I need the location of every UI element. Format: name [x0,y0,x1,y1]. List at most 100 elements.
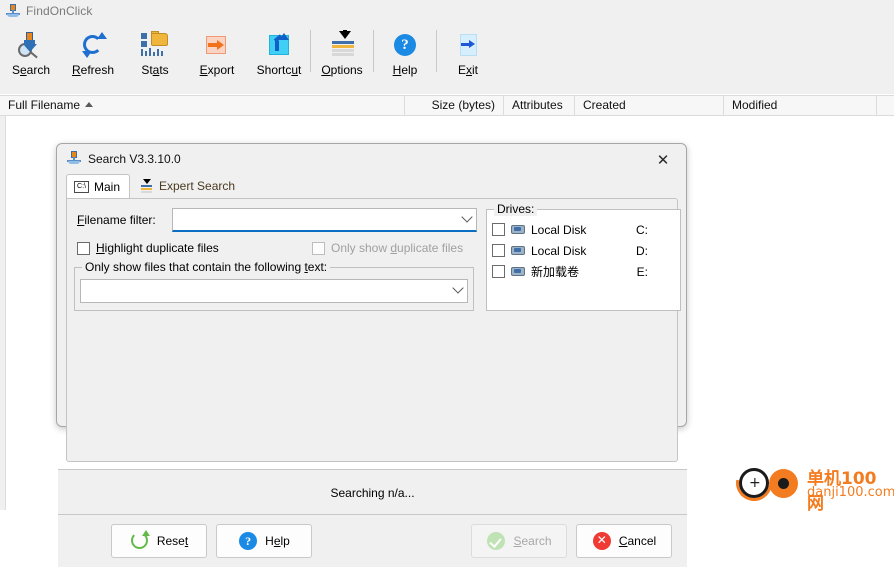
drive-letter-icon: C:\ [74,180,89,194]
cancel-button-label: Cancel [618,534,657,548]
toolbar-label-help: Help [392,63,418,77]
drive-letter: C: [636,222,648,237]
toolbar-button-export[interactable]: Export [186,26,248,88]
dialog-tabstrip: C:\ Main Expert Search [66,174,678,198]
toolbar-label-options: Options [321,63,363,77]
dialog-button-bar: Reset ? Help Search ✕ Cancel [58,514,687,567]
shortcut-icon [263,30,295,60]
filename-filter-input[interactable] [172,208,477,232]
close-icon[interactable]: ✕ [648,149,678,171]
options-icon [326,30,358,60]
drive-letter: E: [636,264,648,279]
checkbox-box[interactable] [77,241,90,255]
toolbar-label-exit: Exit [457,63,478,77]
checkbox-box [312,241,325,255]
file-list-left-gutter [0,116,6,510]
column-label: Created [583,98,626,112]
drive-name: Local Disk [531,222,587,237]
highlight-duplicate-files-checkbox[interactable]: Highlight duplicate files [77,241,219,255]
help-button[interactable]: ? Help [216,524,312,558]
toolbar-label-refresh: Refresh [71,63,115,77]
column-header-size[interactable]: Size (bytes) [405,96,504,115]
drive-letter: D: [636,243,648,258]
dialog-icon [67,150,81,168]
drives-groupbox: Drives: Local Disk C: Local Disk D: 新加载卷… [486,202,681,311]
drive-icon [511,266,525,277]
filename-filter-label: Filename filter: [77,213,156,227]
dialog-title: Search V3.3.10.0 [88,152,181,166]
contains-text-groupbox: Only show files that contain the followi… [74,260,474,311]
search-button: Search [471,524,567,558]
checkbox-box[interactable] [492,265,505,278]
tab-main-label: Main [94,179,121,194]
findonclick-window: FindOnClick Search Refresh Stats Export … [0,0,894,567]
window-title: FindOnClick [26,4,93,18]
column-label: Size (bytes) [431,98,495,112]
checkbox-box[interactable] [492,244,505,257]
app-icon [6,4,20,18]
main-tab-panel: Filename filter: Highlight duplicate fil… [66,198,681,462]
toolbar-button-search[interactable]: Search [0,26,62,88]
toolbar-button-exit[interactable]: Exit [437,26,499,88]
chevron-down-icon[interactable] [458,209,476,230]
column-label: Modified [732,98,778,112]
checkbox-box[interactable] [492,223,505,236]
column-header-full-filename[interactable]: Full Filename [0,96,405,115]
toolbar-button-shortcut[interactable]: Shortcut [248,26,310,88]
drive-name: Local Disk [531,243,587,258]
tab-main[interactable]: C:\ Main [66,174,131,198]
watermark-site-url: danji100.com [807,485,894,500]
drives-list: Local Disk C: Local Disk D: 新加载卷 E: [492,219,674,291]
search-button-label: Search [513,534,552,548]
exit-icon [452,30,484,60]
help-button-label: Help [265,534,290,548]
drive-row-e[interactable]: 新加载卷 E: [492,261,674,282]
search-dialog: Search V3.3.10.0 ✕ C:\ Main Expert Searc… [56,143,687,567]
refresh-circle-icon [130,530,150,551]
column-label: Full Filename [8,98,81,112]
stats-icon [139,30,171,60]
tab-expert-search[interactable]: Expert Search [132,174,244,198]
status-text: Searching n/a... [330,485,415,500]
toolbar-label-stats: Stats [141,63,169,77]
help-icon: ? [389,30,421,60]
toolbar-button-options[interactable]: Options [311,26,373,88]
contains-text-input[interactable] [80,279,468,303]
drive-icon [511,224,525,235]
only-show-duplicate-files-checkbox: Only show duplicate files [312,241,463,255]
dialog-titlebar: Search V3.3.10.0 [57,144,686,174]
contains-text-label: Only show files that contain the followi… [82,260,331,274]
column-header-created[interactable]: Created [575,96,724,115]
column-header-modified[interactable]: Modified [724,96,877,115]
reset-button[interactable]: Reset [111,524,207,558]
drives-label: Drives: [494,202,538,216]
drive-row-c[interactable]: Local Disk C: [492,219,674,240]
drive-row-d[interactable]: Local Disk D: [492,240,674,261]
expert-search-icon [139,179,154,193]
chevron-down-icon[interactable] [449,280,467,302]
main-toolbar: Search Refresh Stats Export Shortcut Opt… [0,22,894,94]
toolbar-label-search: Search [11,63,51,77]
toolbar-label-shortcut: Shortcut [256,63,302,77]
file-list-header: Full Filename Size (bytes) Attributes Cr… [0,95,894,116]
cancel-button[interactable]: ✕ Cancel [576,524,672,558]
column-header-spacer [877,96,894,115]
drive-letter-icon-text: C:\ [74,180,89,193]
toolbar-label-export: Export [199,63,235,77]
column-header-attributes[interactable]: Attributes [504,96,575,115]
check-circle-icon [486,531,506,551]
drive-icon [511,245,525,256]
toolbar-button-refresh[interactable]: Refresh [62,26,124,88]
highlight-duplicate-files-label: Highlight duplicate files [96,241,219,255]
search-icon [15,30,47,60]
drive-name: 新加载卷 [531,265,580,279]
toolbar-button-stats[interactable]: Stats [124,26,186,88]
window-titlebar: FindOnClick [0,0,894,22]
sort-ascending-icon [85,102,94,108]
refresh-icon [77,30,109,60]
help-icon: ? [238,531,258,551]
toolbar-button-help[interactable]: ? Help [374,26,436,88]
tab-expert-search-label: Expert Search [159,179,236,193]
watermark: + 单机100网 danji100.com [728,457,894,514]
reset-button-label: Reset [156,534,189,548]
